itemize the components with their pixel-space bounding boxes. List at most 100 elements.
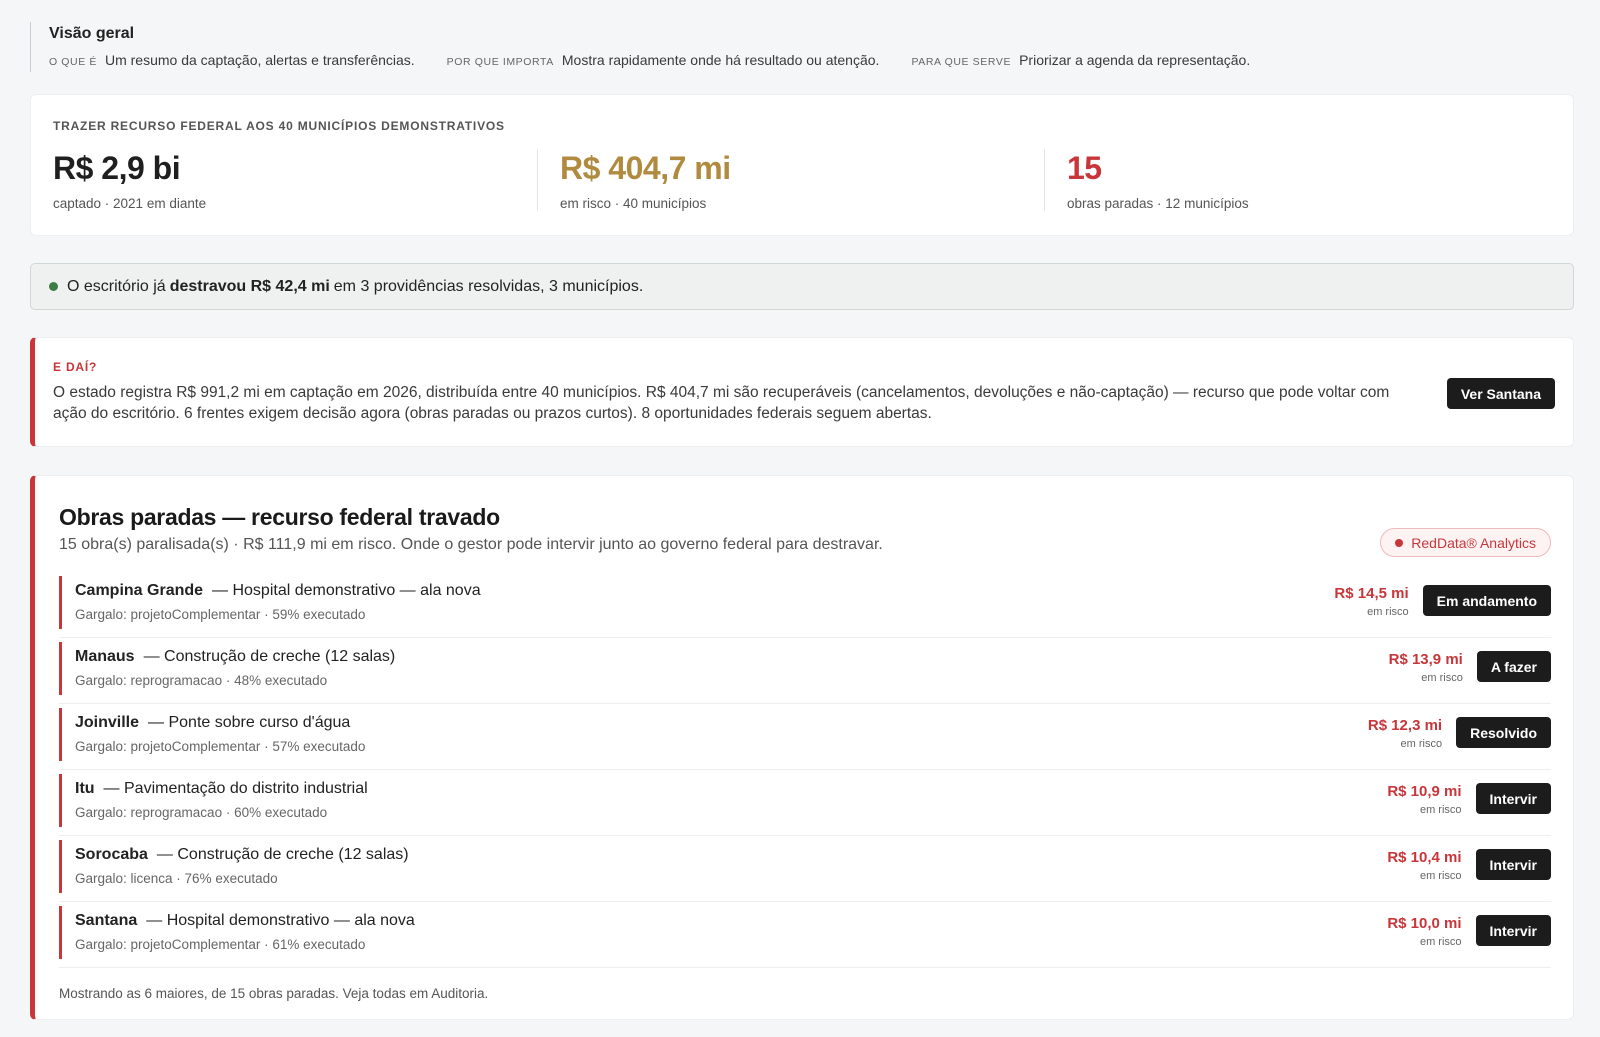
kpi-eyebrow: Trazer recurso federal aos 40 municípios…	[53, 119, 505, 133]
kpi-obras-paradas: 15 obras paradas · 12 municípios	[1044, 149, 1551, 211]
page: Visão geral O que é Um resumo da captaçã…	[0, 0, 1600, 1037]
obras-paradas-card: Obras paradas — recurso federal travado …	[30, 475, 1574, 1020]
overview-key: Para que serve	[911, 56, 1012, 68]
amount-sub: em risco	[1419, 870, 1462, 882]
banner-text-pre: O escritório já	[67, 277, 166, 295]
kpi-card: Trazer recurso federal aos 40 municípios…	[30, 94, 1574, 236]
table-row: Campina Grande — Hospital demonstrativo —…	[59, 572, 1551, 638]
banner-text-bold: destravou R$ 42,4 mi	[169, 277, 330, 295]
list-footer: Mostrando as 6 maiores, de 15 obras para…	[59, 986, 489, 1001]
row-main: Itu — Pavimentação do distrito industrial…	[59, 780, 1387, 820]
overview-header: Visão geral O que é Um resumo da captaçã…	[30, 22, 1282, 72]
row-amount: R$ 12,3 mi em risco	[1368, 717, 1442, 750]
kpi-value: 15	[1067, 150, 1102, 186]
row-accent	[59, 840, 62, 893]
row-desc: — Hospital demonstrativo — ala nova	[146, 911, 415, 929]
badge-label: RedData® Analytics	[1411, 534, 1536, 551]
amount-value: R$ 10,9 mi	[1387, 783, 1462, 800]
row-title: Itu — Pavimentação do distrito industrial	[75, 780, 1387, 798]
section-title: Obras paradas — recurso federal travado	[59, 504, 500, 530]
row-amount: R$ 13,9 mi em risco	[1389, 651, 1463, 684]
row-title: Campina Grande — Hospital demonstrativo —…	[75, 582, 1334, 600]
row-desc: — Ponte sobre curso d'água	[148, 713, 351, 731]
row-main: Campina Grande — Hospital demonstrativo —…	[59, 582, 1334, 622]
row-main: Sorocaba — Construção de creche (12 salas…	[59, 846, 1387, 886]
row-meta: Gargalo: projetoComplementar · 61% execu…	[75, 936, 366, 952]
kpi-captado: R$ 2,9 bi captado · 2021 em diante	[53, 149, 537, 211]
amount-sub: em risco	[1421, 672, 1463, 684]
amount-value: R$ 13,9 mi	[1388, 651, 1463, 668]
row-action-button[interactable]: Intervir	[1475, 783, 1551, 814]
row-city: Joinville	[75, 713, 140, 731]
amount-sub: em risco	[1419, 936, 1462, 948]
overview-pair-why: Por que importa Mostra rapidamente onde …	[447, 52, 880, 68]
row-action-button[interactable]: Em andamento	[1422, 585, 1551, 616]
ver-santana-button[interactable]: Ver Santana	[1446, 378, 1555, 409]
row-amount: R$ 10,0 mi em risco	[1387, 915, 1461, 948]
overview-pair-purpose: Para que serve Priorizar a agenda da rep…	[911, 52, 1250, 68]
row-main: Santana — Hospital demonstrativo — ala no…	[59, 912, 1387, 952]
amount-sub: em risco	[1367, 606, 1409, 618]
overview-value: Um resumo da captação, alertas e transfe…	[104, 52, 415, 68]
amount-value: R$ 10,4 mi	[1387, 849, 1462, 866]
row-city: Campina Grande	[75, 581, 204, 599]
row-meta: Gargalo: reprogramacao · 60% executado	[75, 804, 328, 820]
row-accent	[59, 576, 62, 629]
kpi-em-risco: R$ 404,7 mi em risco · 40 municípios	[537, 149, 1044, 211]
banner-text-post: em 3 providências resolvidas, 3 municípi…	[333, 277, 644, 295]
row-accent	[59, 906, 62, 959]
amount-value: R$ 10,0 mi	[1387, 915, 1462, 932]
table-row: Santana — Hospital demonstrativo — ala no…	[59, 902, 1551, 968]
status-dot-icon	[49, 282, 58, 291]
insight-text: O estado registra R$ 991,2 mi em captaçã…	[53, 384, 1390, 422]
row-title: Sorocaba — Construção de creche (12 salas…	[75, 846, 1387, 864]
row-title: Santana — Hospital demonstrativo — ala no…	[75, 912, 1387, 930]
kpi-sub: em risco · 40 municípios	[560, 196, 707, 211]
insight-card: E daí? O estado registra R$ 991,2 mi em …	[30, 337, 1574, 447]
overview-title: Visão geral	[49, 25, 135, 42]
kpi-row: R$ 2,9 bi captado · 2021 em diante R$ 40…	[53, 149, 1551, 211]
row-amount: R$ 10,9 mi em risco	[1387, 783, 1461, 816]
row-action-button[interactable]: Intervir	[1475, 849, 1551, 880]
badge-dot-icon	[1395, 538, 1404, 547]
amount-value: R$ 14,5 mi	[1334, 585, 1409, 602]
row-amount: R$ 10,4 mi em risco	[1387, 849, 1461, 882]
row-city: Santana	[75, 911, 138, 929]
row-action-button[interactable]: Resolvido	[1456, 717, 1551, 748]
row-city: Manaus	[75, 647, 135, 665]
table-row: Itu — Pavimentação do distrito industrial…	[59, 770, 1551, 836]
section-subtitle: 15 obra(s) paralisada(s) · R$ 111,9 mi e…	[59, 536, 883, 553]
insight-eyebrow: E daí?	[53, 360, 98, 374]
overview-value: Mostra rapidamente onde há resultado ou …	[561, 52, 880, 68]
row-meta: Gargalo: licenca · 76% executado	[75, 870, 278, 886]
row-city: Sorocaba	[75, 845, 148, 863]
success-banner: O escritório já destravou R$ 42,4 mi em …	[30, 263, 1574, 310]
row-city: Itu	[75, 779, 95, 797]
row-amount: R$ 14,5 mi em risco	[1334, 585, 1408, 618]
reddata-badge[interactable]: RedData® Analytics	[1380, 528, 1551, 557]
overview-key: O que é	[49, 56, 97, 68]
overview-pairs: O que é Um resumo da captação, alertas e…	[49, 52, 1282, 68]
row-meta: Gargalo: reprogramacao · 48% executado	[75, 672, 328, 688]
obras-list: Campina Grande — Hospital demonstrativo —…	[59, 572, 1551, 968]
row-meta: Gargalo: projetoComplementar · 59% execu…	[75, 606, 366, 622]
row-desc: — Hospital demonstrativo — ala nova	[212, 581, 481, 599]
row-action-button[interactable]: A fazer	[1476, 651, 1551, 682]
row-accent	[59, 642, 62, 695]
overview-key: Por que importa	[446, 56, 554, 68]
row-meta: Gargalo: projetoComplementar · 57% execu…	[75, 738, 366, 754]
row-accent	[59, 774, 62, 827]
kpi-value: R$ 404,7 mi	[560, 150, 731, 186]
row-action-button[interactable]: Intervir	[1475, 915, 1551, 946]
row-accent	[59, 708, 62, 761]
overview-value: Priorizar a agenda da representação.	[1019, 52, 1251, 68]
kpi-sub: captado · 2021 em diante	[53, 196, 207, 211]
row-desc: — Pavimentação do distrito industrial	[103, 779, 368, 797]
amount-sub: em risco	[1400, 738, 1443, 750]
row-title: Joinville — Ponte sobre curso d'água	[75, 714, 1368, 732]
row-desc: — Construção de creche (12 salas)	[143, 647, 396, 665]
row-main: Manaus — Construção de creche (12 salas) …	[59, 648, 1389, 688]
amount-value: R$ 12,3 mi	[1367, 717, 1443, 734]
amount-sub: em risco	[1419, 804, 1462, 816]
table-row: Sorocaba — Construção de creche (12 salas…	[59, 836, 1551, 902]
